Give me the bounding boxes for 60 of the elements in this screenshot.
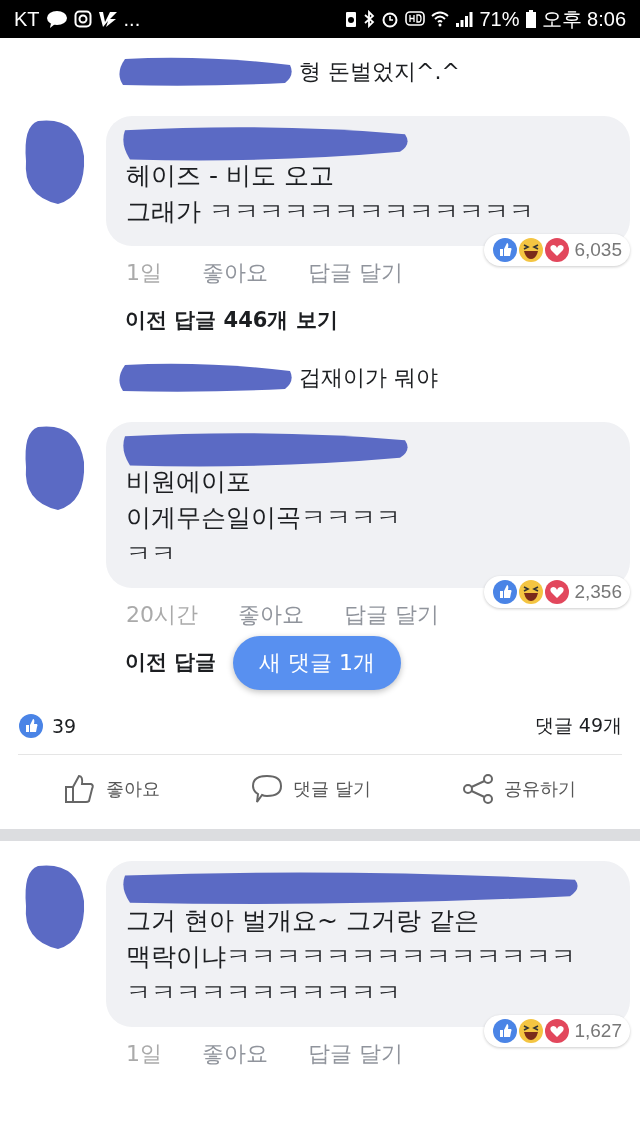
battery-percent: 71%	[479, 7, 520, 31]
alarm-icon	[381, 10, 400, 28]
bluetooth-icon	[363, 10, 376, 28]
battery-icon	[525, 10, 536, 28]
share-icon	[462, 774, 494, 804]
new-comments-button[interactable]: 새 댓글 1개	[233, 636, 401, 690]
comment-text: 그거 현아 벌개요~ 그거랑 같은	[126, 905, 480, 937]
speech-bubble-icon	[251, 774, 284, 804]
reply-text: 겁재이가 뭐야	[299, 364, 438, 392]
reaction-summary[interactable]: 1,627	[484, 1015, 630, 1047]
previous-replies-link[interactable]: 이전 답글 446개 보기	[125, 306, 338, 334]
thumbs-up-icon	[64, 774, 96, 804]
signal-icon	[455, 11, 474, 27]
like-action-button[interactable]: 좋아요	[58, 773, 166, 805]
like-reaction-icon	[492, 237, 519, 263]
comment-text: ㅋㅋㅋㅋㅋㅋㅋㅋㅋㅋㅋ	[126, 977, 402, 1009]
love-reaction-icon	[544, 579, 571, 605]
hd-icon	[405, 11, 426, 27]
wifi-icon	[431, 11, 450, 27]
reaction-summary[interactable]: 6,035	[484, 234, 630, 266]
comment-text: 그래가 ㅋㅋㅋㅋㅋㅋㅋㅋㅋㅋㅋㅋㅋ	[126, 196, 535, 228]
comment-time: 20시간	[126, 601, 198, 629]
comment-text: ㅋㅋ	[126, 538, 177, 570]
like-reaction-icon	[492, 1018, 519, 1044]
more-notifications: ...	[123, 7, 141, 31]
like-count: 39	[52, 715, 77, 737]
like-link[interactable]: 좋아요	[238, 600, 304, 630]
like-reaction-icon	[492, 579, 519, 605]
share-action-button[interactable]: 공유하기	[456, 773, 582, 805]
battery-saver-icon	[345, 10, 358, 28]
chat-icon	[45, 10, 68, 28]
reply-text: 형 돈벌었지^.^	[299, 58, 460, 86]
comment-text: 비원에이포	[126, 466, 252, 498]
comment-text: 맥락이냐ㅋㅋㅋㅋㅋㅋㅋㅋㅋㅋㅋㅋㅋㅋ	[126, 941, 577, 973]
clock: 오후 8:06	[541, 6, 626, 32]
reply-link[interactable]: 답글 달기	[308, 258, 403, 288]
reaction-count: 6,035	[574, 239, 622, 261]
reply-link[interactable]: 답글 달기	[344, 600, 439, 630]
like-count-icon	[18, 713, 44, 739]
like-link[interactable]: 좋아요	[202, 258, 268, 288]
comment-time: 1일	[126, 1040, 162, 1068]
love-reaction-icon	[544, 1018, 571, 1044]
app-icon	[97, 10, 118, 28]
camera-icon	[73, 10, 92, 28]
reply-link[interactable]: 답글 달기	[308, 1039, 403, 1069]
previous-replies-link[interactable]: 이전 답글	[125, 648, 217, 676]
comment-text: 이게무슨일이곡ㅋㅋㅋㅋ	[126, 502, 402, 534]
carrier-name: KT	[14, 7, 40, 31]
comment-time: 1일	[126, 259, 162, 287]
laugh-reaction-icon	[518, 579, 545, 605]
reaction-count: 2,356	[574, 581, 622, 603]
love-reaction-icon	[544, 237, 571, 263]
comment-text: 헤이즈 - 비도 오고	[126, 160, 335, 192]
laugh-reaction-icon	[518, 1018, 545, 1044]
laugh-reaction-icon	[518, 237, 545, 263]
reaction-count: 1,627	[574, 1020, 622, 1042]
reaction-summary[interactable]: 2,356	[484, 576, 630, 608]
comment-count[interactable]: 댓글 49개	[534, 713, 622, 739]
like-link[interactable]: 좋아요	[202, 1039, 268, 1069]
comment-action-button[interactable]: 댓글 달기	[245, 773, 377, 805]
